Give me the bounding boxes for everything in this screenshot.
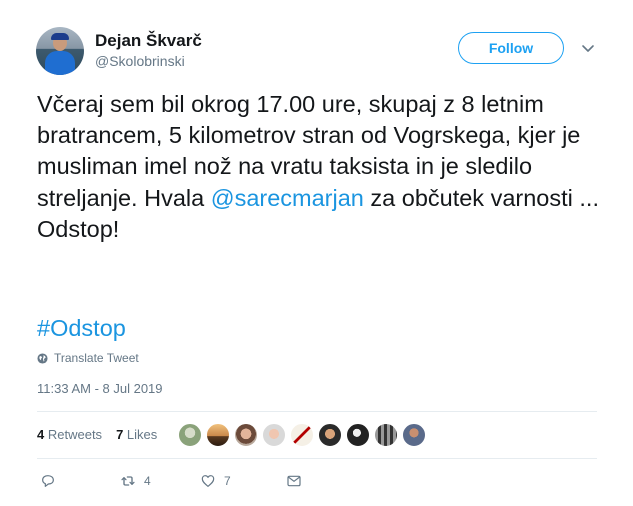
follow-button[interactable]: Follow xyxy=(458,32,564,64)
retweets-stat[interactable]: 4 Retweets xyxy=(37,427,102,442)
tweet-timestamp[interactable]: 11:33 AM - 8 Jul 2019 xyxy=(37,381,163,396)
like-button[interactable]: 7 xyxy=(200,473,286,489)
liker-avatar[interactable] xyxy=(234,423,258,447)
likes-count: 7 xyxy=(116,427,124,442)
liker-avatar[interactable] xyxy=(262,423,286,447)
translate-label[interactable]: Translate Tweet xyxy=(54,351,139,365)
retweet-count: 4 xyxy=(144,474,151,488)
likers-avatars xyxy=(178,423,426,447)
reply-button[interactable] xyxy=(40,473,120,489)
liker-avatar[interactable] xyxy=(318,423,342,447)
avatar[interactable] xyxy=(36,27,84,75)
likes-stat[interactable]: 7 Likes xyxy=(116,427,157,442)
tweet-actions: 4 7 xyxy=(40,473,302,489)
display-name[interactable]: Dejan Škvarč xyxy=(95,31,202,51)
liker-avatar[interactable] xyxy=(206,423,230,447)
liker-avatar[interactable] xyxy=(402,423,426,447)
liker-avatar[interactable] xyxy=(178,423,202,447)
divider-top xyxy=(37,411,597,412)
retweet-button[interactable]: 4 xyxy=(120,473,200,489)
reply-icon xyxy=(42,475,54,487)
likes-label: Likes xyxy=(126,427,158,442)
translate-tweet-link[interactable]: Translate Tweet xyxy=(37,351,139,365)
globe-icon xyxy=(37,352,48,364)
like-count: 7 xyxy=(224,474,231,488)
tweet-text: Včeraj sem bil okrog 17.00 ure, skupaj z… xyxy=(37,89,617,245)
hashtag-link[interactable]: #Odstop xyxy=(37,313,126,344)
liker-avatar[interactable] xyxy=(290,423,314,447)
like-icon xyxy=(201,475,215,487)
retweets-count: 4 xyxy=(37,427,45,442)
tweet-stats: 4 Retweets 7 Likes xyxy=(37,427,157,442)
mention-link[interactable]: @sarecmarjan xyxy=(211,185,364,211)
user-handle[interactable]: @Skolobrinski xyxy=(95,53,185,69)
liker-avatar[interactable] xyxy=(374,423,398,447)
liker-avatar[interactable] xyxy=(346,423,370,447)
retweet-icon xyxy=(121,476,135,486)
retweets-label: Retweets xyxy=(47,427,103,442)
divider-bottom xyxy=(37,458,597,459)
caret-down-icon[interactable] xyxy=(580,40,596,56)
direct-message-button[interactable] xyxy=(286,473,302,489)
message-icon xyxy=(287,475,301,487)
